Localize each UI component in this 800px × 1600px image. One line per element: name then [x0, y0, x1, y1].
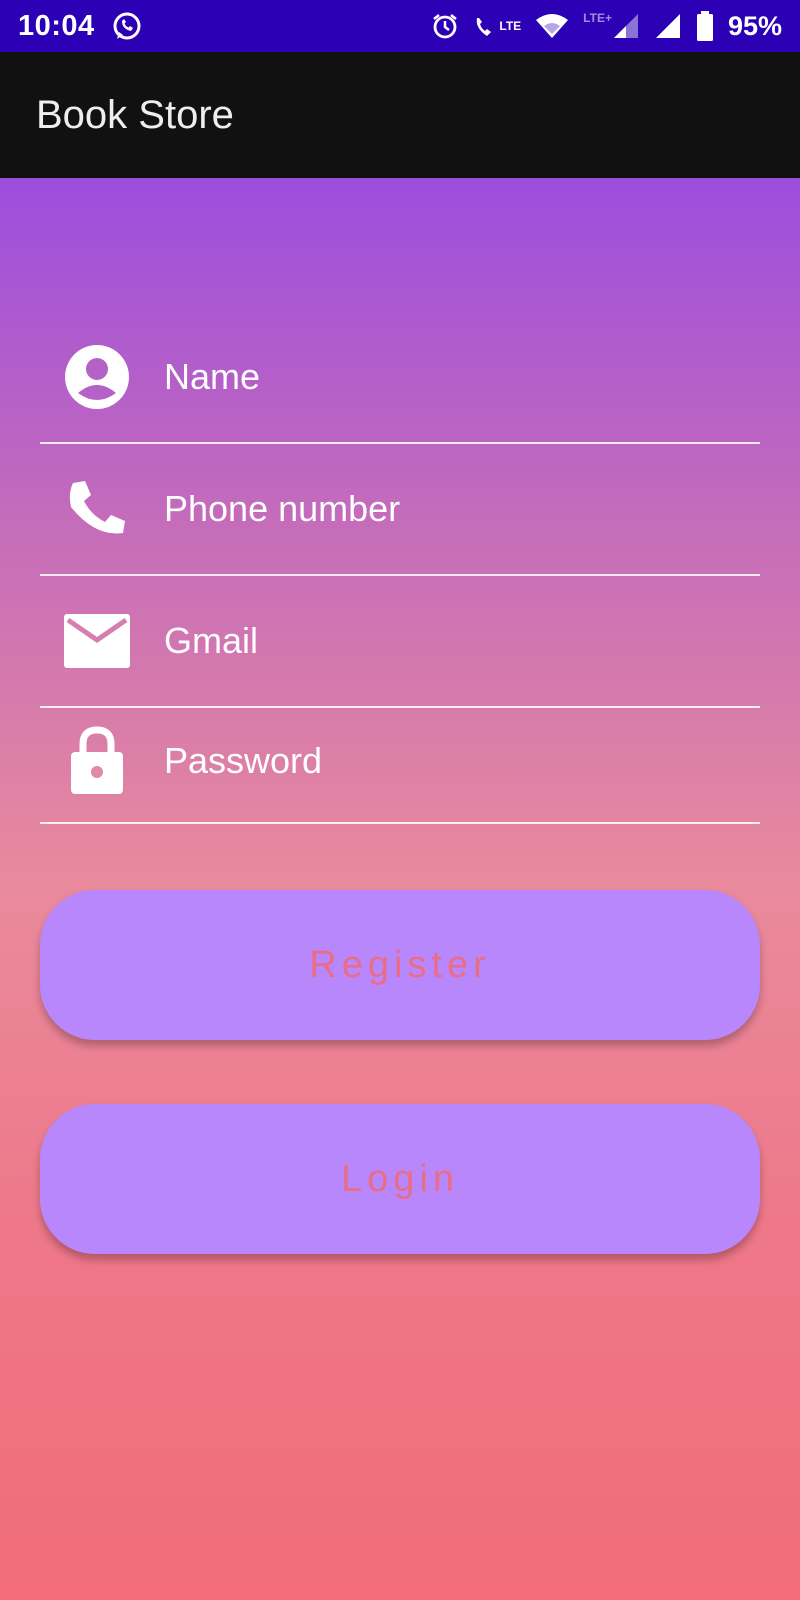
status-right-group: LTE LTE+ 95%	[431, 11, 782, 42]
status-time: 10:04	[18, 9, 95, 42]
phone-input[interactable]	[164, 474, 760, 544]
login-button[interactable]: Login	[40, 1104, 760, 1254]
password-input[interactable]	[164, 726, 760, 796]
gmail-input[interactable]	[164, 606, 760, 676]
signal-icon: LTE+	[583, 12, 640, 40]
register-button[interactable]: Register	[40, 890, 760, 1040]
main-content: Register Login	[0, 178, 800, 1600]
battery-percent: 95%	[727, 10, 782, 41]
gmail-field-row	[40, 576, 760, 708]
app-bar: Book Store	[0, 52, 800, 178]
signal-full-icon	[654, 12, 682, 40]
password-field-row	[40, 700, 760, 824]
status-bar: 10:04 LTE LTE+ 95%	[0, 0, 800, 52]
phone-icon	[62, 474, 132, 544]
whatsapp-icon	[111, 10, 143, 42]
volte-call-icon: LTE	[473, 12, 521, 40]
name-input[interactable]	[164, 342, 760, 412]
name-field-row	[40, 312, 760, 444]
account-icon	[62, 342, 132, 412]
lte-plus-label: LTE+	[583, 11, 612, 25]
app-title: Book Store	[36, 92, 234, 137]
alarm-icon	[431, 12, 459, 40]
phone-field-row	[40, 444, 760, 576]
wifi-icon	[535, 12, 569, 40]
lock-icon	[62, 726, 132, 796]
status-left-group: 10:04	[18, 10, 143, 43]
battery-icon	[696, 11, 714, 41]
mail-icon	[62, 606, 132, 676]
lte-call-label: LTE	[499, 19, 522, 33]
